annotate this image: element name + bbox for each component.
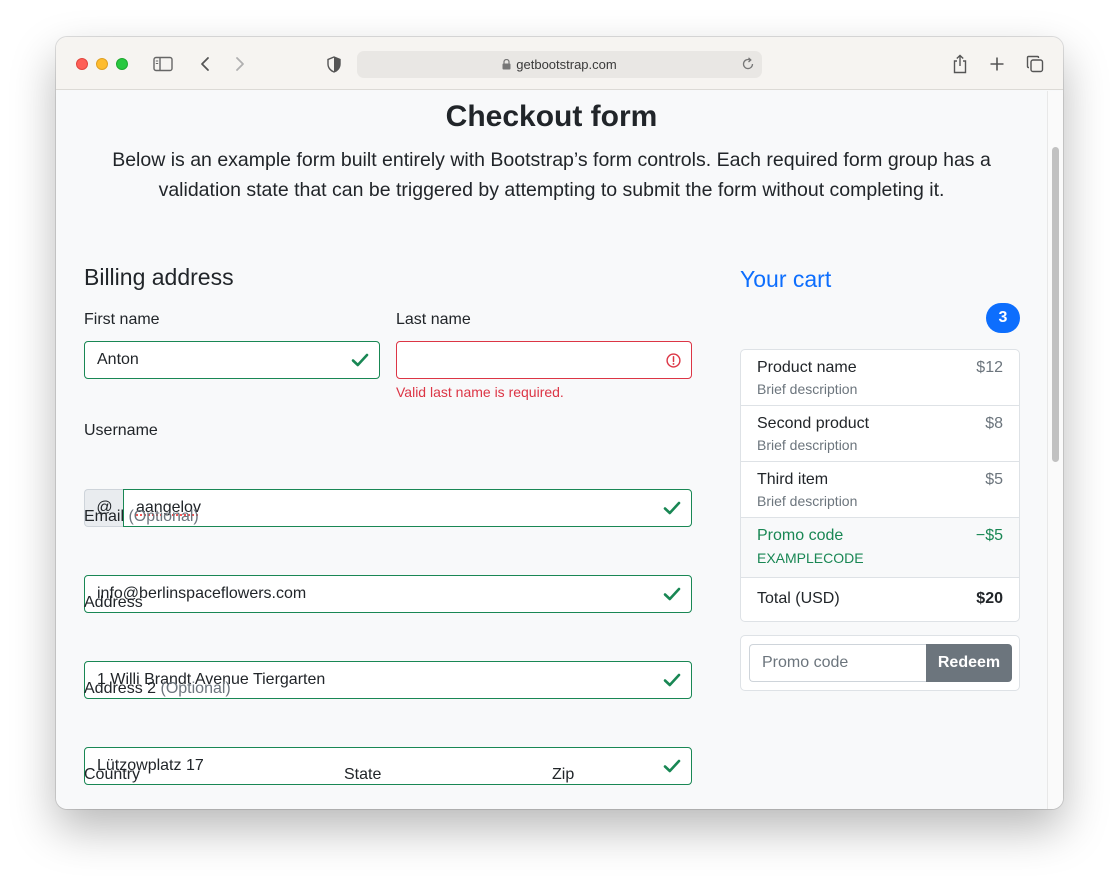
- first-name-label: First name: [84, 311, 160, 328]
- cart-item-name: Third item: [757, 471, 829, 488]
- page-title: Checkout form: [445, 100, 658, 133]
- email-optional-text: (Optional): [128, 508, 199, 525]
- address-bar[interactable]: getbootstrap.com: [357, 51, 762, 78]
- scrollbar-track[interactable]: [1047, 91, 1063, 809]
- last-name-label: Last name: [396, 311, 471, 328]
- cart-count-badge: 3: [986, 303, 1020, 333]
- minimize-window-button[interactable]: [96, 58, 108, 70]
- cart-promo-item: Promo code EXAMPLECODE −$5: [741, 518, 1019, 578]
- check-icon: [663, 586, 681, 602]
- share-icon[interactable]: [948, 52, 972, 76]
- page-lead: Below is an example form built entirely …: [112, 149, 991, 201]
- email-field[interactable]: info@berlinspaceflowers.com: [84, 575, 692, 613]
- browser-window: getbootstrap.com Checkout form Below is …: [56, 37, 1063, 809]
- promo-code-input[interactable]: [749, 644, 926, 682]
- cart-item-description: Brief description: [757, 381, 858, 397]
- promo-amount: −$5: [975, 527, 1003, 544]
- exclamation-circle-icon: [666, 353, 681, 368]
- total-label: Total (USD): [757, 590, 840, 607]
- last-name-feedback: Valid last name is required.: [396, 384, 564, 400]
- reload-icon[interactable]: [741, 56, 755, 75]
- cart-item-name: Second product: [757, 415, 870, 432]
- username-label: Username: [84, 422, 158, 439]
- back-icon[interactable]: [193, 52, 217, 76]
- total-value: $20: [976, 590, 1003, 607]
- last-name-field[interactable]: [396, 341, 692, 379]
- cart-item-name: Product name: [757, 359, 857, 376]
- cart-item-price: $12: [976, 359, 1003, 376]
- address2-label: Address 2 (Optional): [84, 680, 231, 698]
- redeem-button[interactable]: Redeem: [926, 644, 1012, 682]
- cart-item-description: Brief description: [757, 437, 858, 453]
- billing-heading: Billing address: [84, 264, 234, 290]
- username-field[interactable]: aangelov: [123, 489, 692, 527]
- address2-label-text: Address 2: [84, 680, 157, 697]
- cart-item: Third item Brief description $5: [741, 462, 1019, 518]
- new-tab-icon[interactable]: [985, 52, 1009, 76]
- scrollbar-thumb[interactable]: [1052, 147, 1059, 462]
- email-label: Email (Optional): [84, 508, 199, 526]
- page-content: Checkout form Below is an example form b…: [56, 91, 1063, 809]
- cart-item: Second product Brief description $8: [741, 406, 1019, 462]
- address-label: Address: [84, 594, 143, 611]
- tab-overview-icon[interactable]: [1023, 52, 1047, 76]
- browser-toolbar: getbootstrap.com: [56, 37, 1063, 90]
- lock-icon: [502, 59, 511, 70]
- cart-item-price: $8: [985, 415, 1003, 432]
- cart-item: Product name Brief description $12: [741, 350, 1019, 406]
- check-icon: [663, 672, 681, 688]
- address2-value: Lützowplatz 17: [97, 757, 204, 774]
- close-window-button[interactable]: [76, 58, 88, 70]
- state-label: State: [344, 766, 382, 783]
- check-icon: [663, 758, 681, 774]
- country-label: Country: [84, 766, 141, 783]
- url-text: getbootstrap.com: [516, 57, 617, 72]
- check-icon: [351, 352, 369, 368]
- sidebar-toggle-icon[interactable]: [151, 52, 175, 76]
- promo-form: Redeem: [740, 635, 1020, 691]
- cart-heading: Your cart: [740, 266, 832, 292]
- email-value: info@berlinspaceflowers.com: [97, 585, 307, 602]
- privacy-shield-icon[interactable]: [322, 52, 346, 76]
- zoom-window-button[interactable]: [116, 58, 128, 70]
- address2-optional-text: (Optional): [160, 680, 231, 697]
- cart-total: Total (USD) $20: [741, 578, 1019, 621]
- cart-item-description: Brief description: [757, 493, 858, 509]
- zip-label: Zip: [552, 766, 575, 783]
- email-label-text: Email: [84, 508, 125, 525]
- check-icon: [663, 500, 681, 516]
- promo-code: EXAMPLECODE: [757, 550, 864, 566]
- address2-field[interactable]: Lützowplatz 17: [84, 747, 692, 785]
- promo-name: Promo code: [757, 527, 844, 544]
- first-name-field[interactable]: Anton: [84, 341, 380, 379]
- first-name-value: Anton: [97, 351, 139, 368]
- cart-item-price: $5: [985, 471, 1003, 488]
- forward-icon[interactable]: [228, 52, 252, 76]
- cart-list: Product name Brief description $12 Secon…: [740, 349, 1020, 622]
